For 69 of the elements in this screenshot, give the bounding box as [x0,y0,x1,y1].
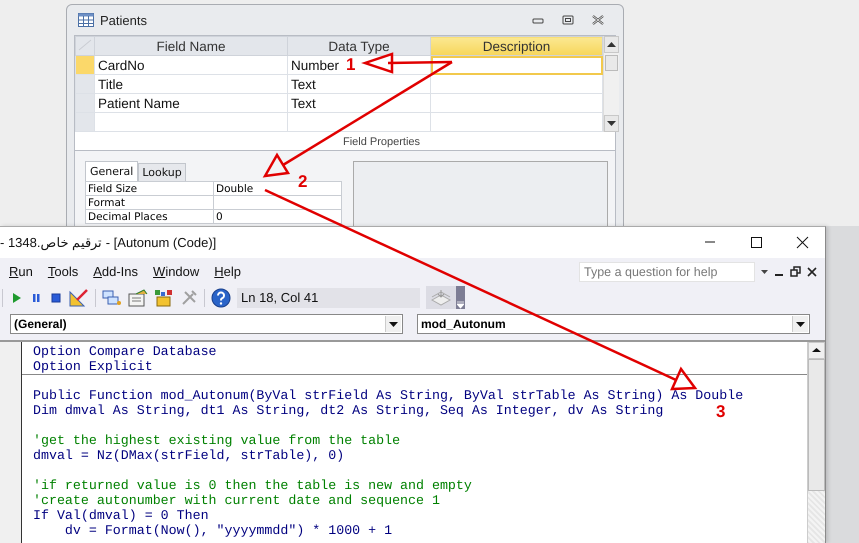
column-header[interactable]: Field Name [94,36,288,56]
scroll-up-icon[interactable] [808,342,825,359]
table-cell[interactable] [94,112,288,132]
code-line: Option Explicit [33,359,153,374]
restore-icon[interactable] [790,266,801,277]
menu-item[interactable]: Help [214,264,242,279]
property-value[interactable]: 0 [214,210,342,224]
design-mode-icon[interactable] [69,288,89,306]
cursor-position: Ln 18, Col 41 [237,288,420,308]
menu-item[interactable]: Window [153,264,200,279]
column-header[interactable]: Description [430,36,602,56]
table-cell[interactable]: Title [94,74,288,94]
property-value[interactable] [214,196,342,210]
table-cell[interactable]: CardNo [94,56,288,74]
code-line: Dim dmval As String, dt1 As String, dt2 As String, Seq As Integer, dv As String [33,403,664,418]
window-title: Patients [100,12,148,28]
code-comment: 'create autonumber with current date and sequence 1 [33,493,440,508]
dropdown-arrow-icon[interactable] [796,322,805,326]
code-comment: 'if returned value is 0 then the table is new and empty [33,478,472,493]
close-icon[interactable] [796,236,808,249]
annotation-number: 1 [346,55,356,75]
table-cell[interactable] [430,112,602,132]
menu-item[interactable]: Add-Ins [93,264,138,279]
minimize-icon[interactable] [532,16,544,24]
code-comment: 'get the highest existing value from the table [33,433,400,448]
toolbar-options-icon[interactable] [457,301,464,309]
object-dropdown[interactable]: (General) [10,314,403,334]
code-line: dmval = Nz(DMax(strField, strTable), 0) [33,448,344,463]
properties-icon[interactable] [128,288,148,306]
code-line: dv = Format(Now(), "yyyymmdd") * 1000 + 1 [64,523,392,538]
table-cell[interactable]: Patient Name [94,94,288,112]
help-search-field[interactable]: Type a question for help [579,262,755,282]
scroll-down-icon[interactable] [604,115,619,132]
table-cell[interactable] [430,56,602,74]
procedure-dropdown[interactable]: mod_Autonum [417,314,810,334]
table-icon [78,13,94,27]
dropdown-arrow-icon[interactable] [761,270,768,274]
table-cell[interactable]: Text [288,94,430,112]
code-line: Option Compare Database [33,344,217,359]
code-line: If Val(dmval) = 0 Then [33,508,209,523]
column-header[interactable]: Data Type [288,36,430,56]
annotation-number: 3 [716,402,726,422]
window-title: - ترقيم خاص.1348 - [Autonum (Code)] [0,235,218,250]
table-cell[interactable] [430,94,602,112]
project-explorer-icon[interactable] [102,288,122,306]
scrollbar[interactable] [807,342,825,543]
object-browser-icon[interactable] [154,288,174,306]
scroll-up-icon[interactable] [604,36,619,53]
scroll-thumb[interactable] [605,55,618,71]
close-icon[interactable] [592,15,604,25]
maximize-icon[interactable] [750,236,762,249]
scrollbar[interactable] [603,36,619,132]
close-icon[interactable] [807,266,817,276]
property-name: Field Size [86,182,214,196]
table-cell[interactable]: Text [288,74,430,94]
property-name: Decimal Places [86,210,214,224]
stop-icon[interactable] [49,290,63,304]
table-cell[interactable] [430,74,602,94]
dropdown-arrow-icon[interactable] [389,322,398,326]
table-cell[interactable] [288,112,430,132]
restore-icon[interactable] [562,15,574,25]
code-line: Public Function mod_Autonum(ByVal strField As String, ByVal strTable As String) As Double [33,388,744,403]
tab[interactable]: Lookup [138,163,186,181]
menu-item[interactable]: Tools [48,264,78,279]
scroll-thumb[interactable] [808,359,825,491]
help-icon[interactable] [211,288,231,308]
menu-item[interactable]: Run [9,264,33,279]
property-name: Format [86,196,214,210]
tab[interactable]: General [85,161,138,181]
